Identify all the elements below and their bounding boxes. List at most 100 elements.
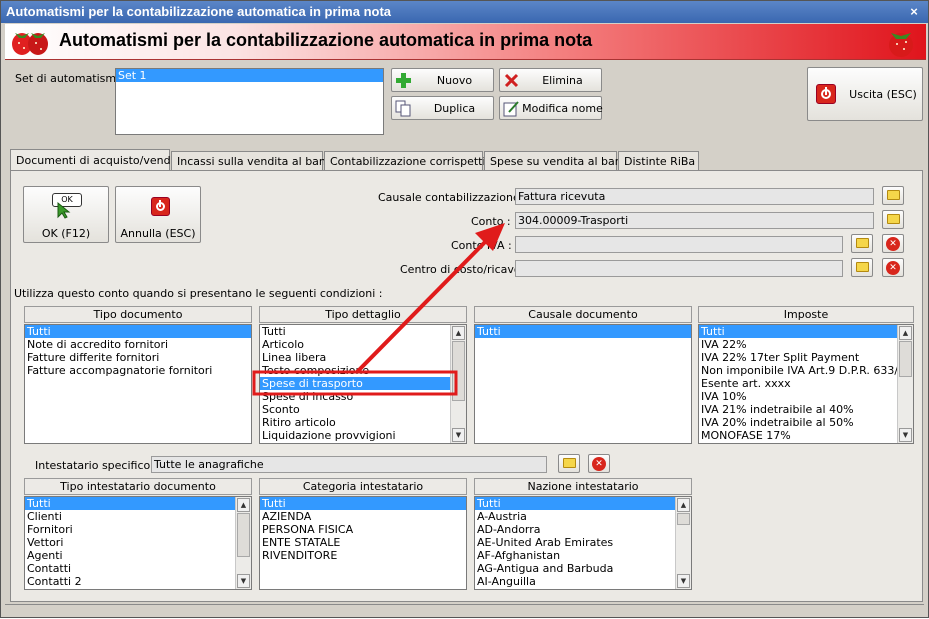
categoria-list[interactable]: Tutti AZIENDA PERSONA FISICA ENTE STATAL… bbox=[259, 496, 467, 590]
scroll-up-icon[interactable]: ▲ bbox=[452, 326, 465, 340]
list-item[interactable]: AG-Antigua and Barbuda bbox=[475, 562, 691, 575]
scroll-up-icon[interactable]: ▲ bbox=[899, 326, 912, 340]
scroll-thumb[interactable] bbox=[452, 341, 465, 401]
centro-browse-button[interactable] bbox=[851, 258, 873, 277]
list-item[interactable]: IVA 21% indetraibile al 40% bbox=[699, 403, 913, 416]
list-item[interactable]: Agenti bbox=[25, 549, 251, 562]
list-item[interactable]: MONOFASE 17% bbox=[699, 429, 913, 442]
list-item-selected[interactable]: Spese di trasporto bbox=[260, 377, 466, 390]
nazione-list[interactable]: Tutti A-Austria AD-Andorra AE-United Ara… bbox=[474, 496, 692, 590]
list-item[interactable]: A-Austria bbox=[475, 510, 691, 523]
list-item[interactable]: ENTE STATALE bbox=[260, 536, 466, 549]
list-item[interactable]: Liquidazione provvigioni bbox=[260, 429, 466, 442]
scroll-thumb[interactable] bbox=[899, 341, 912, 377]
list-item[interactable]: AZIENDA bbox=[260, 510, 466, 523]
scroll-down-icon[interactable]: ▼ bbox=[677, 574, 690, 588]
causale-field[interactable]: Fattura ricevuta bbox=[515, 188, 874, 205]
list-item[interactable]: Clienti bbox=[25, 510, 251, 523]
list-item[interactable]: Fornitori bbox=[25, 523, 251, 536]
tab-documenti[interactable]: Documenti di acquisto/vendita bbox=[10, 149, 185, 171]
list-item[interactable]: IVA 22% bbox=[699, 338, 913, 351]
causale-label: Causale contabilizzazione : bbox=[378, 191, 527, 204]
set-listbox[interactable]: Set 1 bbox=[115, 68, 384, 135]
list-item[interactable]: IVA 20% indetraibile al 50% bbox=[699, 416, 913, 429]
list-item[interactable]: AI-Anguilla bbox=[475, 575, 691, 588]
scroll-down-icon[interactable]: ▼ bbox=[899, 428, 912, 442]
categoria-header: Categoria intestatario bbox=[259, 478, 467, 495]
list-item[interactable]: Tutti bbox=[475, 325, 691, 338]
list-item[interactable]: Ritiro articolo bbox=[260, 416, 466, 429]
list-item[interactable]: Note di accredito fornitori bbox=[25, 338, 251, 351]
scroll-thumb[interactable] bbox=[677, 513, 690, 525]
tipo-documento-list[interactable]: Tutti Note di accredito fornitori Fattur… bbox=[24, 324, 252, 444]
vertical-scrollbar[interactable]: ▲ ▼ bbox=[897, 325, 913, 443]
strawberry-icon bbox=[12, 33, 48, 55]
list-item[interactable]: IVA 22% 17ter Split Payment bbox=[699, 351, 913, 364]
list-item[interactable]: Linea libera bbox=[260, 351, 466, 364]
list-item[interactable]: Fatture accompagnatorie fornitori bbox=[25, 364, 251, 377]
list-item[interactable]: PERSONA FISICA bbox=[260, 523, 466, 536]
tab-incassi[interactable]: Incassi sulla vendita al banco bbox=[171, 151, 339, 170]
conto-iva-clear-button[interactable]: ✕ bbox=[882, 234, 904, 253]
list-item[interactable]: Sconto bbox=[260, 403, 466, 416]
scroll-up-icon[interactable]: ▲ bbox=[237, 498, 250, 512]
list-item[interactable]: AD-Andorra bbox=[475, 523, 691, 536]
list-item[interactable]: Set 1 bbox=[116, 69, 383, 82]
conto-iva-field[interactable] bbox=[515, 236, 843, 253]
conditions-label: Utilizza questo conto quando si presenta… bbox=[14, 287, 383, 300]
list-item[interactable]: IVA 10% bbox=[699, 390, 913, 403]
vertical-scrollbar[interactable]: ▲ ▼ bbox=[235, 497, 251, 589]
list-item[interactable]: Tutti bbox=[25, 325, 251, 338]
list-item[interactable]: Testo composizione bbox=[260, 364, 466, 377]
list-item[interactable]: AF-Afghanistan bbox=[475, 549, 691, 562]
scroll-up-icon[interactable]: ▲ bbox=[677, 498, 690, 512]
list-item[interactable]: Articolo bbox=[260, 338, 466, 351]
list-item[interactable]: Tutti bbox=[475, 497, 691, 510]
delete-button[interactable]: Elimina bbox=[499, 68, 602, 92]
conto-browse-button[interactable] bbox=[882, 210, 904, 229]
causale-documento-list[interactable]: Tutti bbox=[474, 324, 692, 444]
ok-button[interactable]: OK OK (F12) bbox=[23, 186, 109, 243]
list-item[interactable]: Tutti bbox=[260, 325, 466, 338]
cancel-button[interactable]: Annulla (ESC) bbox=[115, 186, 201, 243]
close-icon[interactable]: × bbox=[906, 4, 922, 20]
scroll-thumb[interactable] bbox=[237, 513, 250, 557]
causale-browse-button[interactable] bbox=[882, 186, 904, 205]
list-item[interactable]: Contatti 2 bbox=[25, 575, 251, 588]
status-bar bbox=[5, 604, 924, 612]
centro-field[interactable] bbox=[515, 260, 843, 277]
list-item[interactable]: RIVENDITORE bbox=[260, 549, 466, 562]
list-item[interactable]: AE-United Arab Emirates bbox=[475, 536, 691, 549]
tab-riba[interactable]: Distinte RiBa bbox=[618, 151, 699, 170]
rename-button[interactable]: Modifica nome bbox=[499, 96, 603, 120]
list-item[interactable]: Tutti bbox=[260, 497, 466, 510]
scroll-down-icon[interactable]: ▼ bbox=[452, 428, 465, 442]
vertical-scrollbar[interactable]: ▲ ▼ bbox=[450, 325, 466, 443]
list-item[interactable]: Tutti bbox=[699, 325, 913, 338]
tipo-intestatario-list[interactable]: Tutti Clienti Fornitori Vettori Agenti C… bbox=[24, 496, 252, 590]
tab-spese[interactable]: Spese su vendita al banco bbox=[484, 151, 635, 170]
exit-button[interactable]: Uscita (ESC) bbox=[807, 67, 923, 121]
tipo-dettaglio-list[interactable]: Tutti Articolo Linea libera Testo compos… bbox=[259, 324, 467, 444]
list-item[interactable]: Contatti bbox=[25, 562, 251, 575]
list-item[interactable]: Non imponibile IVA Art.9 D.P.R. 633/197 bbox=[699, 364, 913, 377]
strawberry-logo-icon bbox=[889, 33, 913, 57]
intestatario-clear-button[interactable]: ✕ bbox=[588, 454, 610, 473]
duplicate-button[interactable]: Duplica bbox=[391, 96, 494, 120]
list-item[interactable]: Tutti bbox=[25, 497, 251, 510]
conto-field[interactable]: 304.00009-Trasporti bbox=[515, 212, 874, 229]
list-item[interactable]: Vettori bbox=[25, 536, 251, 549]
intestatario-field[interactable]: Tutte le anagrafiche bbox=[151, 456, 547, 473]
list-item[interactable]: Esente art. xxxx bbox=[699, 377, 913, 390]
list-item[interactable]: Spese di incasso bbox=[260, 390, 466, 403]
new-button[interactable]: Nuovo bbox=[391, 68, 494, 92]
vertical-scrollbar[interactable]: ▲ ▼ bbox=[675, 497, 691, 589]
scroll-down-icon[interactable]: ▼ bbox=[237, 574, 250, 588]
intestatario-browse-button[interactable] bbox=[558, 454, 580, 473]
nazione-header: Nazione intestatario bbox=[474, 478, 692, 495]
list-item[interactable]: Fatture differite fornitori bbox=[25, 351, 251, 364]
conto-iva-browse-button[interactable] bbox=[851, 234, 873, 253]
imposte-list[interactable]: Tutti IVA 22% IVA 22% 17ter Split Paymen… bbox=[698, 324, 914, 444]
centro-clear-button[interactable]: ✕ bbox=[882, 258, 904, 277]
tab-corrispettivi[interactable]: Contabilizzazione corrispettivi bbox=[324, 151, 495, 170]
